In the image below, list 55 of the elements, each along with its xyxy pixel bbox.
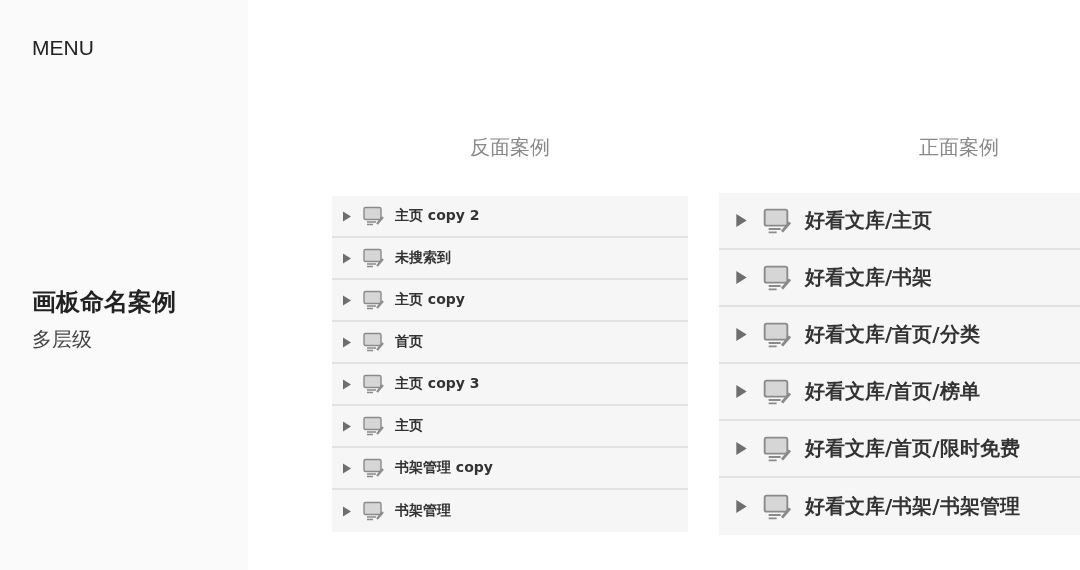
artboard-icon: [362, 331, 386, 353]
caret-icon[interactable]: [735, 441, 748, 456]
section-title: 画板命名案例: [32, 287, 177, 318]
artboard-icon: [362, 415, 386, 437]
layer-row[interactable]: 好看文库/首页/榜单: [719, 364, 1080, 421]
layer-row[interactable]: 未搜索到: [332, 238, 688, 280]
artboard-icon: [362, 289, 386, 311]
caret-icon[interactable]: [342, 294, 352, 306]
layer-name: 首页: [395, 333, 423, 351]
layer-name: 书架管理: [395, 502, 451, 520]
caret-icon[interactable]: [735, 384, 748, 399]
layer-name: 好看文库/书架: [805, 264, 933, 291]
caret-icon[interactable]: [735, 213, 748, 228]
layer-row[interactable]: 好看文库/首页/分类: [719, 307, 1080, 364]
layer-name: 未搜索到: [395, 249, 451, 267]
layer-row[interactable]: 首页: [332, 322, 688, 364]
layer-name: 主页 copy 3: [395, 375, 480, 393]
artboard-icon: [362, 500, 386, 522]
artboard-icon: [362, 247, 386, 269]
caret-icon[interactable]: [342, 336, 352, 348]
artboard-icon: [362, 457, 386, 479]
layer-row[interactable]: 好看文库/首页/限时免费: [719, 421, 1080, 478]
artboard-icon: [362, 373, 386, 395]
layer-row[interactable]: 书架管理: [332, 490, 688, 532]
layer-name: 好看文库/主页: [805, 207, 933, 234]
layer-row[interactable]: 好看文库/书架/书架管理: [719, 478, 1080, 535]
caret-icon[interactable]: [342, 252, 352, 264]
column-heading: 反面案例: [469, 134, 551, 161]
layer-row[interactable]: 主页 copy 3: [332, 364, 688, 406]
layer-row[interactable]: 主页 copy 2: [332, 196, 688, 238]
section-subtitle: 多层级: [32, 326, 93, 353]
layer-name: 好看文库/首页/限时免费: [805, 435, 1020, 462]
layer-row[interactable]: 好看文库/主页: [719, 193, 1080, 250]
layer-name: 好看文库/首页/分类: [805, 321, 980, 348]
layer-name: 主页: [395, 417, 423, 435]
layer-name: 书架管理 copy: [395, 459, 493, 477]
caret-icon[interactable]: [342, 462, 352, 474]
caret-icon[interactable]: [735, 327, 748, 342]
caret-icon[interactable]: [735, 499, 748, 514]
layer-name: 主页 copy: [395, 291, 465, 309]
layer-name: 好看文库/首页/榜单: [805, 378, 980, 405]
layer-name: 主页 copy 2: [395, 207, 480, 225]
column-heading: 正面案例: [917, 134, 1000, 161]
caret-icon[interactable]: [342, 378, 352, 390]
layer-name: 好看文库/书架/书架管理: [805, 493, 1020, 520]
layer-row[interactable]: 主页 copy: [332, 280, 688, 322]
caret-icon[interactable]: [735, 270, 748, 285]
layer-row[interactable]: 好看文库/书架: [719, 250, 1080, 307]
layer-row[interactable]: 书架管理 copy: [332, 448, 688, 490]
caret-icon[interactable]: [342, 505, 352, 517]
caret-icon[interactable]: [342, 420, 352, 432]
artboard-icon: [362, 205, 386, 227]
caret-icon[interactable]: [342, 210, 352, 222]
menu-label: MENU: [32, 36, 95, 60]
layer-row[interactable]: 主页: [332, 406, 688, 448]
